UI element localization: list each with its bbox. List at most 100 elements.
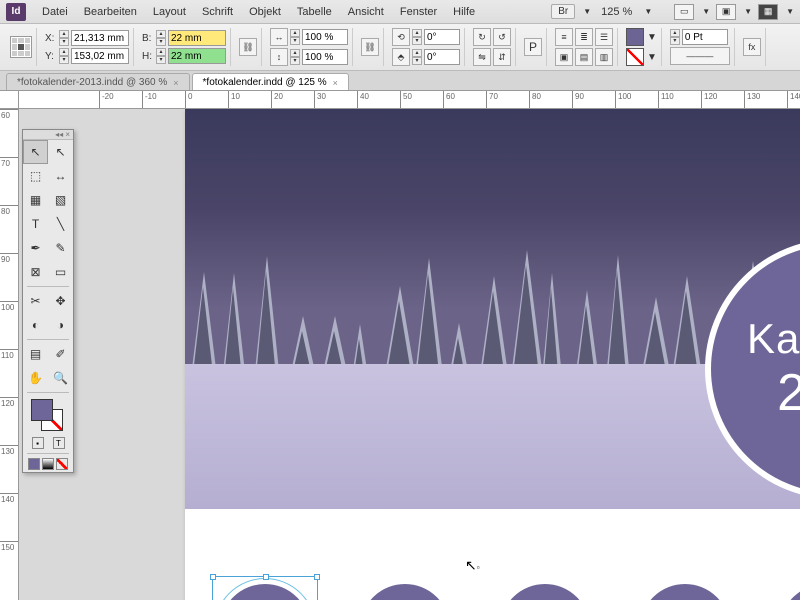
tab-doc-1[interactable]: *fotokalender-2013.indd @ 360 %× [6, 73, 190, 90]
view-mode-icon[interactable]: ▭ [674, 4, 694, 20]
chevron-down-icon[interactable]: ▼ [647, 52, 657, 63]
close-icon[interactable]: × [333, 78, 338, 88]
h-label: H: [142, 51, 154, 62]
wrap-icon[interactable]: ▤ [575, 48, 593, 66]
menu-objekt[interactable]: Objekt [241, 6, 289, 18]
menu-bearbeiten[interactable]: Bearbeiten [76, 6, 145, 18]
horizontal-ruler[interactable]: -20-100102030405060708090100110120130140… [19, 91, 800, 109]
flip-v-icon[interactable]: ⇵ [493, 48, 511, 66]
rotate-field[interactable] [424, 29, 460, 45]
note-tool-icon[interactable]: ▤ [23, 342, 48, 366]
x-label: X: [45, 33, 57, 44]
chevron-down-icon[interactable]: ▼ [644, 7, 652, 16]
cover-photo[interactable] [185, 109, 800, 509]
day-circle-next[interactable] [775, 579, 800, 600]
zoom-tool-icon[interactable]: 🔍 [48, 366, 73, 390]
content-collector-icon[interactable]: ▦ [23, 188, 48, 212]
menu-datei[interactable]: Datei [34, 6, 76, 18]
scale-y-icon: ↕ [270, 48, 288, 66]
gradient-swatch-tool-icon[interactable]: ◐ [23, 313, 48, 337]
day-circle-do[interactable]: DO [635, 579, 735, 600]
zoom-level[interactable]: 125 % [597, 6, 636, 18]
y-field[interactable] [71, 48, 129, 64]
content-placer-icon[interactable]: ▧ [48, 188, 73, 212]
link-icon[interactable]: ⛓ [239, 38, 257, 56]
tools-panel[interactable]: ◂◂ × ↖ ↖ ⬚ ↔ ▦ ▧ T ╲ ✒ ✎ ⊠ ▭ ✂ ✥ ◐ ◑ ▤ ✐… [22, 129, 74, 473]
hand-tool-icon[interactable]: ✋ [23, 366, 48, 390]
paragraph-icon[interactable]: P [524, 38, 542, 56]
chevron-down-icon[interactable]: ▼ [702, 7, 710, 16]
close-icon[interactable]: × [173, 78, 178, 88]
pencil-tool-icon[interactable]: ✎ [48, 236, 73, 260]
document-page[interactable]: Kalender 2013 MO DI Mi DO [185, 109, 800, 600]
day-circle-mo[interactable]: MO [215, 579, 315, 600]
page-tool-icon[interactable]: ⬚ [23, 164, 48, 188]
canvas[interactable]: Kalender 2013 MO DI Mi DO ↖▫ [19, 109, 800, 600]
menu-fenster[interactable]: Fenster [392, 6, 445, 18]
fill-swatch[interactable] [626, 28, 644, 46]
scale-x-field[interactable] [302, 29, 348, 45]
rectangle-frame-tool-icon[interactable]: ⊠ [23, 260, 48, 284]
flip-h-icon[interactable]: ⇋ [473, 48, 491, 66]
menu-layout[interactable]: Layout [145, 6, 194, 18]
apply-color-icon[interactable]: ▪ [32, 437, 44, 449]
menu-hilfe[interactable]: Hilfe [445, 6, 483, 18]
x-field[interactable] [71, 30, 129, 46]
control-bar: X:▴▾ Y:▴▾ B:▴▾ H:▴▾ ⛓ ↔▴▾ ↕▴▾ ⛓ ⟲▴▾ ⬘▴▾ … [0, 24, 800, 71]
title-line-1: Kalender [747, 315, 800, 363]
arrange-icon[interactable]: ▦ [758, 4, 778, 20]
workspace: -20-100102030405060708090100110120130140… [0, 91, 800, 600]
chevron-down-icon[interactable]: ▼ [583, 7, 591, 16]
type-tool-icon[interactable]: T [23, 212, 48, 236]
document-tabs: *fotokalender-2013.indd @ 360 %× *fotoka… [0, 71, 800, 91]
vertical-ruler[interactable]: 60708090100110120130140150 [0, 109, 19, 600]
scale-y-field[interactable] [302, 49, 348, 65]
chevron-down-icon[interactable]: ▼ [647, 32, 657, 43]
day-circle-mi[interactable]: Mi [495, 579, 595, 600]
menu-schrift[interactable]: Schrift [194, 6, 241, 18]
screen-mode-icon[interactable]: ▣ [716, 4, 736, 20]
menu-tabelle[interactable]: Tabelle [289, 6, 340, 18]
reference-point-widget[interactable] [10, 36, 32, 58]
menu-ansicht[interactable]: Ansicht [340, 6, 392, 18]
align-icon[interactable]: ☰ [595, 28, 613, 46]
bridge-button[interactable]: Br [551, 4, 575, 19]
stroke-style-dropdown[interactable]: ——— [670, 47, 730, 65]
height-field[interactable] [168, 48, 226, 64]
color-swatch-icon[interactable] [28, 458, 40, 470]
gradient-swatch-icon[interactable] [42, 458, 54, 470]
free-transform-tool-icon[interactable]: ✥ [48, 289, 73, 313]
stroke-weight-field[interactable] [682, 29, 728, 45]
fill-stroke-swatch[interactable] [29, 397, 67, 433]
width-field[interactable] [168, 30, 226, 46]
shear-field[interactable] [424, 49, 460, 65]
chevron-down-icon[interactable]: ▼ [744, 7, 752, 16]
gradient-feather-tool-icon[interactable]: ◑ [48, 313, 73, 337]
effects-icon[interactable]: fx [743, 38, 761, 56]
align-icon[interactable]: ≣ [575, 28, 593, 46]
direct-selection-tool-icon[interactable]: ↖ [48, 140, 73, 164]
no-color-icon[interactable] [56, 458, 68, 470]
selection-tool-icon[interactable]: ↖ [23, 140, 48, 164]
line-tool-icon[interactable]: ╲ [48, 212, 73, 236]
link-icon[interactable]: ⛓ [361, 38, 379, 56]
scissors-tool-icon[interactable]: ✂ [23, 289, 48, 313]
align-icon[interactable]: ≡ [555, 28, 573, 46]
panel-collapse-icon[interactable]: ◂◂ × [23, 130, 73, 140]
stroke-swatch[interactable] [626, 48, 644, 66]
day-circle-di[interactable]: DI [355, 579, 455, 600]
wrap-icon[interactable]: ▣ [555, 48, 573, 66]
eyedropper-tool-icon[interactable]: ✐ [48, 342, 73, 366]
chevron-down-icon[interactable]: ▼ [786, 7, 794, 16]
tab-doc-2[interactable]: *fotokalender.indd @ 125 %× [192, 73, 349, 90]
rotate-ccw-icon[interactable]: ↺ [493, 28, 511, 46]
pen-tool-icon[interactable]: ✒ [23, 236, 48, 260]
wrap-icon[interactable]: ▥ [595, 48, 613, 66]
app-logo: Id [6, 3, 26, 21]
rectangle-tool-icon[interactable]: ▭ [48, 260, 73, 284]
gap-tool-icon[interactable]: ↔ [48, 164, 73, 188]
rotate-cw-icon[interactable]: ↻ [473, 28, 491, 46]
ruler-origin[interactable] [0, 91, 19, 109]
apply-type-icon[interactable]: T [53, 437, 65, 449]
y-label: Y: [45, 51, 57, 62]
